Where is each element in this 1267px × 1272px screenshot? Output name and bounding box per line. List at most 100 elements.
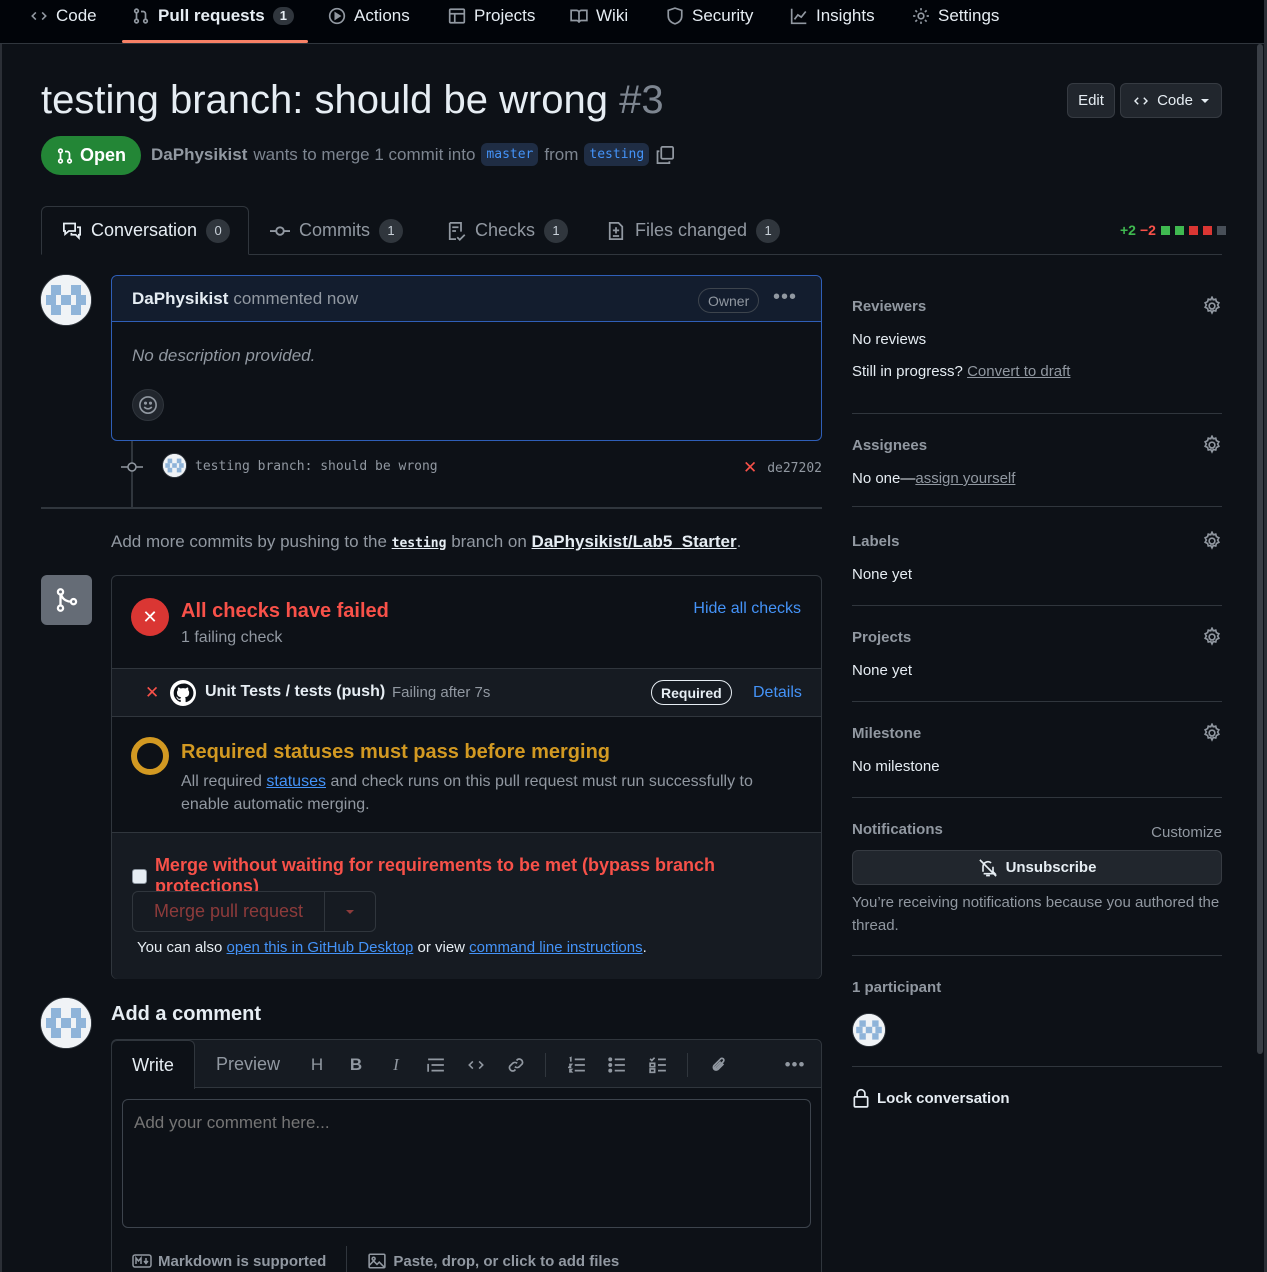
command-line-link[interactable]: command line instructions xyxy=(469,939,642,956)
gear-icon[interactable] xyxy=(1202,435,1222,455)
gear-icon[interactable] xyxy=(1202,627,1222,647)
github-desktop-link[interactable]: open this in GitHub Desktop xyxy=(227,939,414,956)
markdown-label[interactable]: Markdown is supported xyxy=(158,1253,326,1270)
nav-code[interactable]: Code xyxy=(30,2,97,30)
comment-timestamp[interactable]: commented now xyxy=(233,289,358,309)
code-icon[interactable] xyxy=(465,1054,487,1076)
push-hint-repo[interactable]: DaPhysikist/Lab5_Starter xyxy=(532,532,737,551)
edit-button[interactable]: Edit xyxy=(1067,83,1115,118)
push-hint-branch[interactable]: testing xyxy=(392,536,447,551)
x-icon[interactable]: ✕ xyxy=(743,458,757,478)
add-comment-title: Add a comment xyxy=(111,1003,262,1025)
projects-title[interactable]: Projects xyxy=(852,629,911,646)
nav-wiki[interactable]: Wiki xyxy=(570,2,628,30)
lock-conversation[interactable]: Lock conversation xyxy=(852,1088,1010,1108)
nav-security[interactable]: Security xyxy=(666,2,753,30)
participant-avatar[interactable] xyxy=(852,1013,886,1047)
push-hint-prefix: Add more commits by pushing to the xyxy=(111,532,387,551)
assignees-title[interactable]: Assignees xyxy=(852,437,927,454)
tab-checks-count: 1 xyxy=(544,218,569,243)
checklist-icon xyxy=(448,221,466,241)
tab-commits[interactable]: Commits 1 xyxy=(270,206,403,255)
task-list-icon[interactable] xyxy=(647,1054,669,1076)
merge-pull-request-button[interactable]: Merge pull request xyxy=(133,892,325,931)
milestone-title[interactable]: Milestone xyxy=(852,725,921,742)
x-circle-icon: ✕ xyxy=(131,598,169,636)
nav-insights[interactable]: Insights xyxy=(790,2,875,30)
unordered-list-icon[interactable] xyxy=(606,1054,628,1076)
commit-row: testing branch: should be wrong ✕ de2720… xyxy=(111,452,822,482)
gear-icon[interactable] xyxy=(1202,531,1222,551)
details-link[interactable]: Details xyxy=(753,684,802,702)
also-text: You can also open this in GitHub Desktop… xyxy=(137,939,647,956)
hide-all-checks-link[interactable]: Hide all checks xyxy=(693,600,801,618)
tab-preview[interactable]: Preview xyxy=(216,1040,280,1089)
commit-sha[interactable]: de27202 xyxy=(767,461,822,476)
code-dropdown-button[interactable]: Code xyxy=(1120,83,1222,118)
image-icon xyxy=(368,1253,387,1269)
quote-icon[interactable] xyxy=(425,1054,447,1076)
labels-title[interactable]: Labels xyxy=(852,533,900,550)
link-icon[interactable] xyxy=(505,1054,527,1076)
tab-files-changed[interactable]: Files changed 1 xyxy=(606,206,781,255)
page-title: testing branch: should be wrong #3 xyxy=(41,78,664,123)
assign-yourself-link[interactable]: assign yourself xyxy=(915,470,1015,487)
merge-options-dropdown[interactable] xyxy=(325,892,375,931)
owner-badge: Owner xyxy=(698,288,760,313)
notification-reason: You’re receiving notifications because y… xyxy=(852,894,1220,934)
unsubscribe-button[interactable]: Unsubscribe xyxy=(852,850,1222,885)
add-reaction-button[interactable] xyxy=(132,389,164,421)
comment-author[interactable]: DaPhysikist xyxy=(132,289,228,309)
footer-divider xyxy=(346,1246,348,1272)
tab-write[interactable]: Write xyxy=(111,1040,195,1089)
tab-conversation[interactable]: Conversation 0 xyxy=(41,206,249,255)
bold-icon[interactable]: B xyxy=(345,1054,367,1076)
convert-to-draft-link[interactable]: Convert to draft xyxy=(967,363,1070,380)
commit-icon xyxy=(270,225,290,236)
ordered-list-icon[interactable] xyxy=(566,1054,588,1076)
commit-message[interactable]: testing branch: should be wrong xyxy=(195,459,438,474)
comment-textarea[interactable] xyxy=(122,1099,811,1228)
italic-icon[interactable]: I xyxy=(385,1054,407,1076)
also-middle: or view xyxy=(417,939,465,956)
nav-actions[interactable]: Actions xyxy=(328,2,410,30)
repo-nav: Code Pull requests 1 Actions Projects Wi… xyxy=(0,0,1267,44)
add-files-label[interactable]: Paste, drop, or click to add files xyxy=(393,1253,619,1270)
reviewers-title[interactable]: Reviewers xyxy=(852,298,926,315)
nav-settings[interactable]: Settings xyxy=(912,2,999,30)
also-suffix: . xyxy=(642,939,647,956)
pull-request-icon xyxy=(57,147,73,164)
heading-icon[interactable]: H xyxy=(306,1054,328,1076)
commit-avatar[interactable] xyxy=(162,453,187,478)
kebab-icon[interactable]: ••• xyxy=(784,1054,806,1076)
code-icon xyxy=(31,11,47,21)
diffstat: +2 −2 xyxy=(1120,222,1226,238)
required-title: Required statuses must pass before mergi… xyxy=(181,741,611,763)
gear-icon[interactable] xyxy=(1202,723,1222,743)
statuses-link[interactable]: statuses xyxy=(266,773,326,790)
graph-icon xyxy=(790,8,807,25)
merge-box: ✕ All checks have failed 1 failing check… xyxy=(111,575,822,979)
scrollbar[interactable] xyxy=(1257,44,1263,1054)
nav-projects[interactable]: Projects xyxy=(448,2,535,30)
avatar[interactable] xyxy=(40,274,92,326)
head-branch[interactable]: testing xyxy=(584,143,650,166)
avatar[interactable] xyxy=(40,997,92,1049)
toolbar-divider xyxy=(687,1053,688,1077)
nav-pull-requests[interactable]: Pull requests 1 xyxy=(132,2,294,30)
tab-checks[interactable]: Checks 1 xyxy=(446,206,569,255)
base-branch[interactable]: master xyxy=(481,143,539,166)
state-label: Open xyxy=(79,145,126,165)
paperclip-icon[interactable] xyxy=(708,1054,730,1076)
gear-icon xyxy=(913,8,929,24)
sidebar-assignees: Assignees No one—assign yourself xyxy=(852,435,1222,507)
author-link[interactable]: DaPhysikist xyxy=(151,145,247,165)
pr-title-text: testing branch: should be wrong xyxy=(41,78,609,122)
gear-icon[interactable] xyxy=(1202,296,1222,316)
customize-link[interactable]: Customize xyxy=(1151,821,1222,844)
check-name: Unit Tests / tests (push) xyxy=(205,683,386,700)
edit-button-label: Edit xyxy=(1078,92,1104,109)
copy-icon[interactable] xyxy=(655,145,675,165)
kebab-icon[interactable]: ••• xyxy=(773,286,797,309)
bypass-checkbox[interactable] xyxy=(132,868,147,884)
